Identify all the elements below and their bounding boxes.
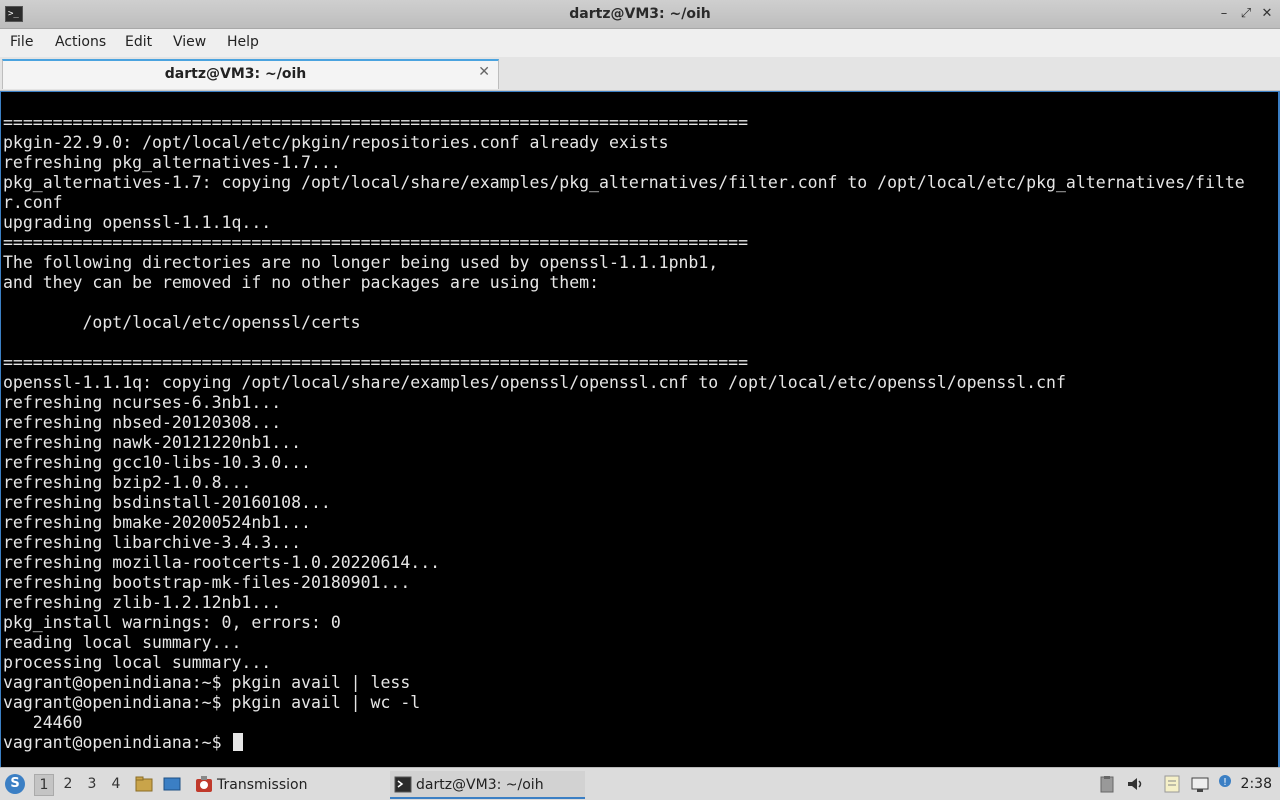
- terminal-line: vagrant@openindiana:~$: [3, 733, 232, 752]
- transmission-icon: [196, 776, 212, 792]
- update-notification-icon[interactable]: !: [1216, 773, 1234, 791]
- terminal-line: The following directories are no longer …: [3, 253, 719, 272]
- tab-close-icon[interactable]: ✕: [478, 64, 490, 80]
- terminal-line: /opt/local/etc/openssl/certs: [3, 313, 361, 332]
- tab-label: dartz@VM3: ~/oih: [164, 66, 307, 82]
- terminal-line: refreshing bmake-20200524nb1...: [3, 513, 311, 532]
- taskbar: S 1 2 3 4 Transmission dartz@VM3: ~/oih: [0, 767, 1280, 800]
- terminal-line: openssl-1.1.1q: copying /opt/local/share…: [3, 373, 1066, 392]
- task-transmission[interactable]: Transmission: [191, 771, 381, 799]
- terminal-line: vagrant@openindiana:~$ pkgin avail | wc …: [3, 693, 421, 712]
- show-desktop-icon[interactable]: [163, 776, 181, 792]
- workspace-4[interactable]: 4: [106, 776, 126, 796]
- terminal-cursor: [233, 733, 243, 751]
- terminal-line: 24460: [3, 713, 83, 732]
- terminal-line: refreshing bootstrap-mk-files-20180901..…: [3, 573, 411, 592]
- terminal-line: refreshing gcc10-libs-10.3.0...: [3, 453, 311, 472]
- terminal-line: ========================================…: [3, 113, 749, 132]
- workspace-2[interactable]: 2: [58, 776, 78, 796]
- menu-help[interactable]: Help: [227, 34, 259, 50]
- terminal-line: vagrant@openindiana:~$ pkgin avail | les…: [3, 673, 411, 692]
- clipboard-icon[interactable]: [1098, 775, 1116, 793]
- network-icon[interactable]: [1191, 775, 1209, 793]
- maximize-button[interactable]: ⤢: [1237, 4, 1255, 24]
- terminal-line: pkgin-22.9.0: /opt/local/etc/pkgin/repos…: [3, 133, 669, 152]
- terminal-line: refreshing zlib-1.2.12nb1...: [3, 593, 282, 612]
- menu-actions[interactable]: Actions: [55, 34, 106, 50]
- terminal-line: r.conf: [3, 193, 63, 212]
- workspace-3[interactable]: 3: [82, 776, 102, 796]
- terminal-lines: ========================================…: [3, 113, 1245, 753]
- terminal-line: refreshing nbsed-20120308...: [3, 413, 282, 432]
- terminal-line: reading local summary...: [3, 633, 242, 652]
- terminal-icon: [394, 776, 412, 793]
- terminal-line: ========================================…: [3, 233, 749, 252]
- start-menu-icon[interactable]: S: [5, 774, 25, 794]
- terminal-line: refreshing ncurses-6.3nb1...: [3, 393, 282, 412]
- terminal-line: processing local summary...: [3, 653, 272, 672]
- volume-icon[interactable]: [1126, 775, 1144, 793]
- terminal-line: pkg_install warnings: 0, errors: 0: [3, 613, 341, 632]
- tab-terminal[interactable]: dartz@VM3: ~/oih ✕: [2, 59, 499, 89]
- terminal-line: and they can be removed if no other pack…: [3, 273, 600, 292]
- svg-text:!: !: [1223, 777, 1227, 788]
- terminal-line: upgrading openssl-1.1.1q...: [3, 213, 272, 232]
- menu-edit[interactable]: Edit: [125, 34, 152, 50]
- terminal-line: refreshing mozilla-rootcerts-1.0.2022061…: [3, 553, 441, 572]
- minimize-button[interactable]: –: [1215, 4, 1233, 24]
- notes-icon[interactable]: [1163, 775, 1181, 793]
- terminal-line: refreshing libarchive-3.4.3...: [3, 533, 302, 552]
- terminal-line: ========================================…: [3, 353, 749, 372]
- terminal-line: refreshing pkg_alternatives-1.7...: [3, 153, 341, 172]
- terminal-line: refreshing bzip2-1.0.8...: [3, 473, 252, 492]
- menu-file[interactable]: File: [10, 34, 33, 50]
- menubar: File Actions Edit View Help: [0, 29, 1280, 57]
- file-manager-icon[interactable]: [135, 776, 153, 792]
- close-window-button[interactable]: ✕: [1258, 4, 1276, 24]
- clock[interactable]: 2:38: [1241, 776, 1272, 792]
- task-terminal-label: dartz@VM3: ~/oih: [416, 777, 544, 793]
- tab-bar: dartz@VM3: ~/oih ✕: [0, 57, 1280, 91]
- task-terminal[interactable]: dartz@VM3: ~/oih: [390, 771, 585, 799]
- terminal-line: refreshing nawk-20121220nb1...: [3, 433, 302, 452]
- menu-view[interactable]: View: [173, 34, 206, 50]
- terminal-output[interactable]: ========================================…: [0, 91, 1280, 767]
- workspace-1[interactable]: 1: [34, 774, 54, 796]
- task-transmission-label: Transmission: [217, 777, 308, 793]
- window-title: dartz@VM3: ~/oih: [569, 6, 711, 22]
- window-titlebar[interactable]: >_ dartz@VM3: ~/oih – ⤢ ✕: [0, 0, 1280, 29]
- terminal-line: pkg_alternatives-1.7: copying /opt/local…: [3, 173, 1245, 192]
- terminal-line: refreshing bsdinstall-20160108...: [3, 493, 331, 512]
